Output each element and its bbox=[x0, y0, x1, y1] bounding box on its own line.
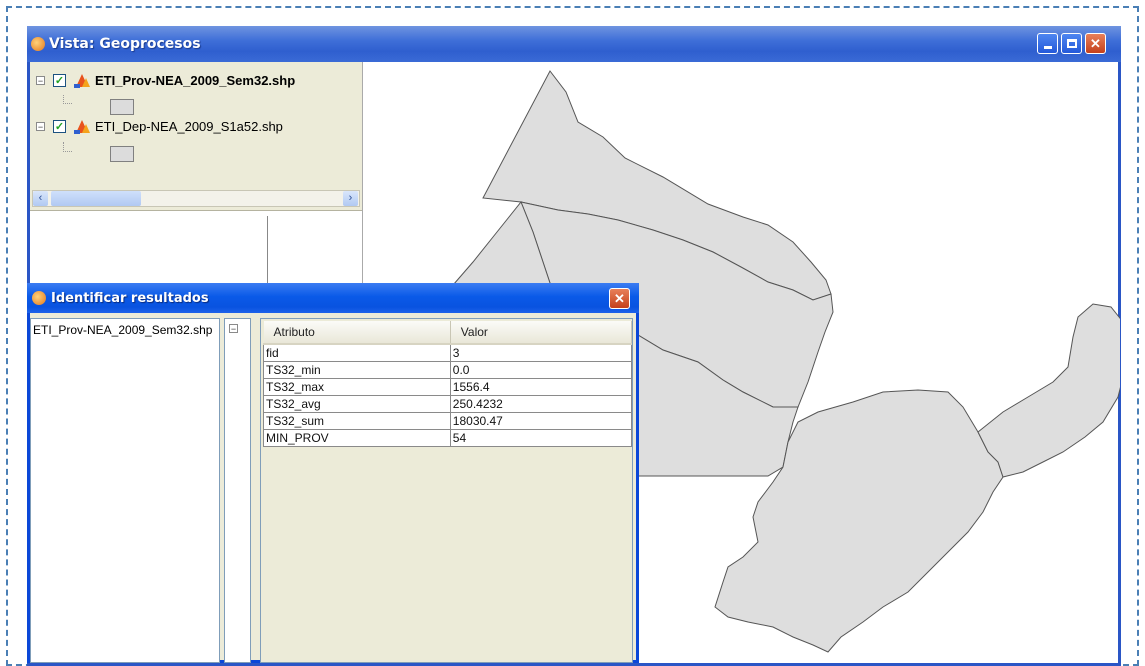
value-cell: 250.4232 bbox=[449, 395, 633, 413]
value-cell: 18030.47 bbox=[449, 412, 633, 430]
value-cell: 1556.4 bbox=[449, 378, 633, 396]
maximize-button[interactable] bbox=[1061, 33, 1082, 54]
close-icon: ✕ bbox=[614, 290, 625, 306]
collapse-icon[interactable]: − bbox=[36, 75, 45, 85]
minimize-button[interactable] bbox=[1037, 33, 1058, 54]
attribute-cell: TS32_sum bbox=[263, 412, 451, 430]
close-icon: ✕ bbox=[1090, 35, 1101, 51]
scroll-left-icon[interactable]: ‹ bbox=[33, 191, 48, 206]
scrollbar-thumb[interactable] bbox=[51, 191, 141, 206]
vector-layer-icon bbox=[74, 72, 90, 88]
toc-layer-row[interactable]: − ✓ ETI_Dep-NEA_2009_S1a52.shp bbox=[36, 118, 283, 134]
column-header-value[interactable]: Valor bbox=[450, 321, 633, 345]
attribute-cell: TS32_min bbox=[263, 361, 451, 379]
attribute-cell: TS32_avg bbox=[263, 395, 451, 413]
vector-layer-icon bbox=[74, 118, 90, 134]
toc-layer-row[interactable]: − ✓ ETI_Prov-NEA_2009_Sem32.shp bbox=[36, 72, 295, 88]
table-row[interactable]: TS32_min 0.0 bbox=[263, 361, 633, 379]
layer-symbol-swatch[interactable] bbox=[110, 146, 134, 162]
scroll-right-icon[interactable]: › bbox=[343, 191, 358, 206]
attribute-cell: fid bbox=[263, 343, 451, 362]
table-row[interactable]: TS32_sum 18030.47 bbox=[263, 412, 633, 430]
collapse-icon[interactable]: − bbox=[36, 121, 45, 131]
dialog-titlebar[interactable]: Identificar resultados ✕ bbox=[27, 283, 639, 313]
layer-label: ETI_Dep-NEA_2009_S1a52.shp bbox=[95, 118, 283, 134]
minimize-icon bbox=[1043, 46, 1052, 49]
attribute-table-panel: Atributo Valor fid 3 TS32_min 0.0 TS32_max… bbox=[260, 318, 633, 663]
layer-checkbox[interactable]: ✓ bbox=[53, 119, 66, 133]
window-title: Vista: Geoprocesos bbox=[49, 36, 201, 52]
collapse-icon[interactable]: − bbox=[229, 324, 238, 334]
tree-connector bbox=[63, 95, 72, 104]
app-logo-icon bbox=[31, 37, 45, 51]
value-cell: 3 bbox=[449, 343, 633, 362]
maximize-icon bbox=[1066, 39, 1077, 48]
layer-symbol-swatch[interactable] bbox=[110, 99, 134, 115]
layer-label: ETI_Prov-NEA_2009_Sem32.shp bbox=[95, 72, 296, 88]
layer-toc: − ✓ ETI_Prov-NEA_2009_Sem32.shp − ✓ ETI_… bbox=[30, 62, 363, 211]
dialog-title: Identificar resultados bbox=[51, 290, 209, 306]
attribute-cell: TS32_max bbox=[263, 378, 451, 396]
results-feature-tree: − bbox=[224, 318, 251, 663]
table-row[interactable]: fid 3 bbox=[263, 343, 633, 362]
map-region-east bbox=[977, 303, 1120, 478]
attribute-table: Atributo Valor fid 3 TS32_min 0.0 TS32_max… bbox=[263, 321, 633, 447]
attribute-cell: MIN_PROV bbox=[263, 429, 451, 447]
value-cell: 54 bbox=[449, 429, 633, 447]
app-logo-icon bbox=[32, 291, 46, 305]
table-row[interactable]: TS32_max 1556.4 bbox=[263, 378, 633, 396]
layer-checkbox[interactable]: ✓ bbox=[53, 73, 66, 87]
table-row[interactable]: MIN_PROV 54 bbox=[263, 429, 633, 447]
identify-results-dialog: Identificar resultados ✕ ETI_Prov-NEA_20… bbox=[27, 283, 639, 663]
window-titlebar[interactable]: Vista: Geoprocesos ✕ bbox=[27, 26, 1121, 62]
table-row[interactable]: TS32_avg 250.4232 bbox=[263, 395, 633, 413]
value-cell: 0.0 bbox=[449, 361, 633, 379]
results-layer-item[interactable]: ETI_Prov-NEA_2009_Sem32.shp bbox=[33, 323, 212, 337]
dialog-close-button[interactable]: ✕ bbox=[609, 288, 630, 309]
results-layer-list: ETI_Prov-NEA_2009_Sem32.shp bbox=[30, 318, 220, 663]
tree-connector bbox=[63, 142, 72, 152]
column-header-attribute[interactable]: Atributo bbox=[263, 321, 451, 345]
toc-horizontal-scrollbar[interactable]: ‹ › bbox=[32, 190, 360, 207]
close-button[interactable]: ✕ bbox=[1085, 33, 1106, 54]
